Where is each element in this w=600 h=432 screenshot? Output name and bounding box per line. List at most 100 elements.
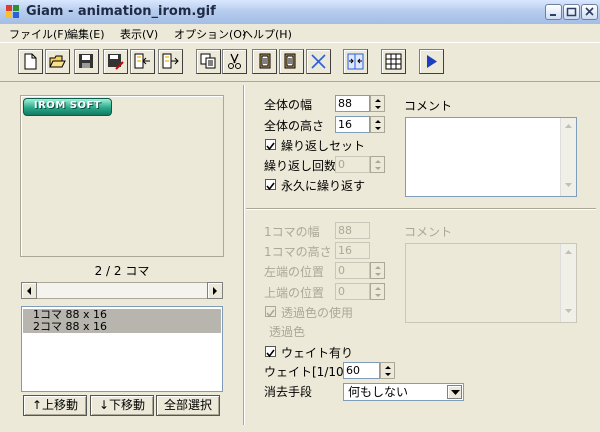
fit-button[interactable]: [343, 49, 368, 74]
vertical-divider: [243, 85, 245, 425]
horizontal-divider: [246, 208, 596, 210]
frame-width-field[interactable]: 88: [335, 222, 370, 239]
frame-top-label: 上端の位置: [264, 286, 325, 300]
paste-after-button[interactable]: [279, 49, 304, 74]
global-width-arrows[interactable]: [370, 95, 385, 112]
paste-after-icon: [284, 53, 296, 69]
grid-icon: [385, 53, 402, 70]
app-window: Giam - animation_irom.gif ファイル(F) 編集(E) …: [0, 0, 600, 432]
menu-view[interactable]: 表示(V): [120, 26, 158, 42]
frame-height-label: 1コマの高さ: [264, 245, 332, 259]
spin-arrows-icon: [375, 120, 381, 130]
frame-comment-scrollbar[interactable]: [560, 244, 576, 322]
dispose-dropdown-button[interactable]: [447, 385, 462, 399]
scroll-right-button[interactable]: [207, 282, 223, 299]
comment-scrollbar[interactable]: [560, 118, 576, 196]
grid-button[interactable]: [381, 49, 406, 74]
delete-button[interactable]: [306, 49, 331, 74]
frame-left-field[interactable]: 0: [335, 262, 370, 279]
chevron-down-icon: [451, 390, 460, 395]
forever-loop-checkbox[interactable]: [265, 179, 276, 191]
minimize-icon: [550, 14, 556, 16]
open-button[interactable]: [45, 49, 70, 74]
scroll-up-icon: [565, 250, 572, 254]
frame-height-field[interactable]: 16: [335, 242, 370, 259]
frame-height-field-wrap: 16: [335, 242, 370, 259]
wait-field[interactable]: 60: [343, 362, 380, 379]
minimize-button[interactable]: [545, 4, 562, 20]
close-button[interactable]: [581, 4, 598, 20]
play-icon: [427, 55, 437, 68]
loop-set-checkbox[interactable]: [265, 139, 276, 151]
transparent-color-label: 透過色: [269, 325, 306, 339]
import-after-icon: [162, 53, 179, 69]
menu-help[interactable]: ヘルプ(H): [242, 26, 292, 42]
checkmark-icon: [266, 309, 275, 318]
wait-enabled-checkbox[interactable]: [265, 346, 276, 358]
app-icon: [6, 5, 19, 18]
frame-top-arrows[interactable]: [370, 283, 385, 300]
arrow-right-icon: [213, 287, 217, 295]
import-after-button[interactable]: [158, 49, 183, 74]
wait-spinner[interactable]: 60: [343, 362, 395, 379]
scroll-left-button[interactable]: [21, 282, 37, 299]
wait-arrows[interactable]: [380, 362, 395, 379]
select-all-button[interactable]: 全部選択: [156, 395, 220, 416]
move-up-button[interactable]: ↑上移動: [23, 395, 87, 416]
global-height-field[interactable]: 16: [335, 116, 370, 133]
checkmark-icon: [266, 349, 275, 358]
frame-comment-textarea[interactable]: [405, 243, 577, 323]
preview-logo: IROM SOFT: [23, 98, 112, 116]
spin-arrows-icon: [375, 266, 381, 276]
new-button[interactable]: [18, 49, 43, 74]
scroll-up-icon: [565, 124, 572, 128]
title-bar[interactable]: Giam - animation_irom.gif: [0, 0, 600, 25]
menu-edit[interactable]: 編集(E): [67, 26, 105, 42]
scroll-down-icon: [565, 309, 572, 313]
loop-set-label: 繰り返しセット: [281, 139, 366, 153]
loop-count-arrows[interactable]: [370, 156, 385, 173]
spin-arrows-icon: [375, 287, 381, 297]
cut-button[interactable]: [222, 49, 247, 74]
save-as-icon: [108, 54, 124, 70]
frame-left-arrows[interactable]: [370, 262, 385, 279]
move-down-button[interactable]: ↓下移動: [90, 395, 154, 416]
global-height-arrows[interactable]: [370, 116, 385, 133]
spin-arrows-icon: [375, 99, 381, 109]
loop-count-spinner[interactable]: 0: [335, 156, 385, 173]
copy-button[interactable]: [196, 49, 221, 74]
global-comment-textarea[interactable]: [405, 117, 577, 197]
scroll-down-icon: [565, 183, 572, 187]
paste-before-button[interactable]: [252, 49, 277, 74]
import-before-button[interactable]: [130, 49, 155, 74]
loop-count-label: 繰り返し回数: [264, 159, 337, 173]
save-button[interactable]: [74, 49, 99, 74]
dispose-select[interactable]: 何もしない: [343, 383, 464, 401]
arrow-left-icon: [27, 287, 31, 295]
frame-top-spinner[interactable]: 0: [335, 283, 385, 300]
loop-count-field[interactable]: 0: [335, 156, 370, 173]
global-width-spinner[interactable]: 88: [335, 95, 385, 112]
transparent-use-checkbox[interactable]: [265, 306, 276, 318]
dispose-label: 消去手段: [264, 385, 313, 399]
frame-list-item[interactable]: 2コマ 88 x 16: [23, 321, 221, 333]
frame-scrollbar[interactable]: [21, 282, 223, 299]
frame-left-spinner[interactable]: 0: [335, 262, 385, 279]
checkmark-icon: [266, 182, 275, 191]
spin-arrows-icon: [375, 160, 381, 170]
maximize-button[interactable]: [563, 4, 580, 20]
global-height-spinner[interactable]: 16: [335, 116, 385, 133]
menu-file[interactable]: ファイル(F): [9, 26, 68, 42]
checkmark-icon: [266, 142, 275, 151]
fit-icon: [347, 53, 364, 70]
copy-icon: [200, 53, 216, 69]
frame-top-field[interactable]: 0: [335, 283, 370, 300]
frame-list[interactable]: 1コマ 88 x 16 2コマ 88 x 16: [21, 306, 223, 392]
play-button[interactable]: [419, 49, 444, 74]
global-width-field[interactable]: 88: [335, 95, 370, 112]
save-as-button[interactable]: [103, 49, 128, 74]
frame-comment-label: コメント: [404, 225, 453, 239]
spin-arrows-icon: [385, 366, 391, 376]
animation-preview: [20, 95, 224, 257]
menu-options[interactable]: オプション(O): [174, 26, 246, 42]
